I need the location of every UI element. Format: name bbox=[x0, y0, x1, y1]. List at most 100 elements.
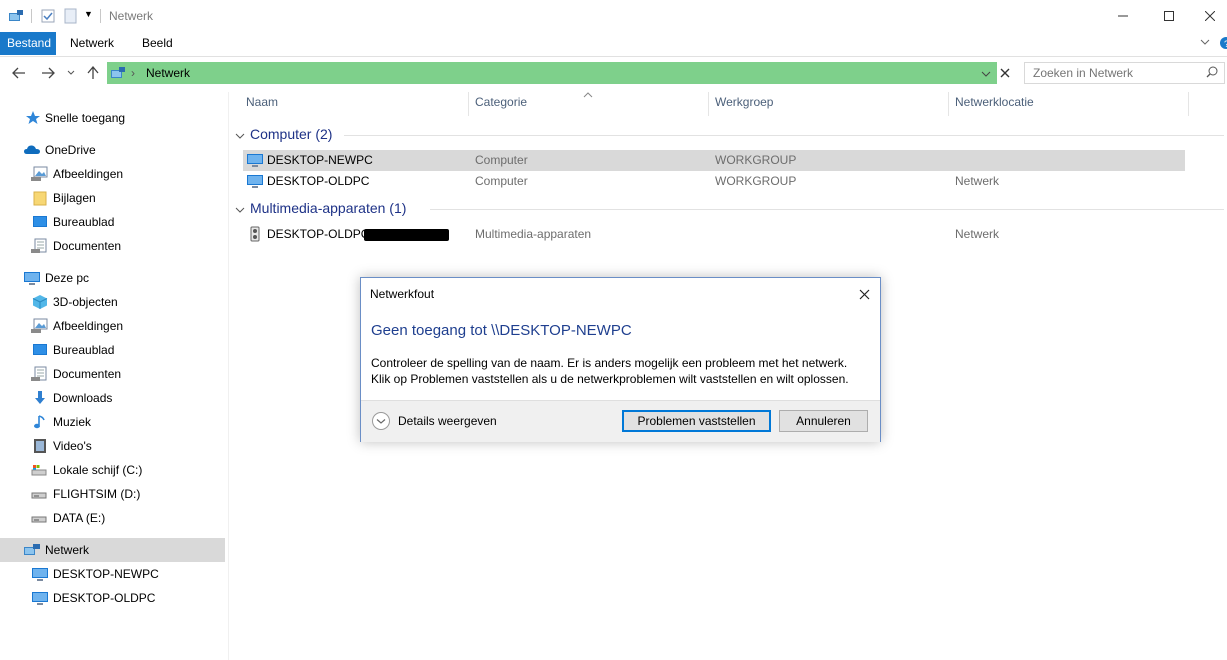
sidebar-item-onedrive[interactable]: OneDrive bbox=[0, 138, 225, 162]
back-button[interactable] bbox=[8, 62, 30, 84]
row-name: DESKTOP-OLDPC bbox=[267, 174, 370, 188]
computer-icon bbox=[31, 566, 48, 582]
sidebar-item-label: Documenten bbox=[53, 239, 122, 253]
minimize-button[interactable] bbox=[1100, 0, 1146, 32]
row-name: DESKTOP-OLDPC: bbox=[267, 227, 373, 241]
sidebar-item-bureaublad[interactable]: Bureaublad bbox=[0, 210, 225, 234]
tab-beeld[interactable]: Beeld bbox=[135, 32, 180, 55]
table-row[interactable]: DESKTOP-OLDPC Computer WORKGROUP Netwerk bbox=[243, 171, 1185, 192]
sort-ascending-icon bbox=[583, 87, 593, 101]
sidebar-item-label: Afbeeldingen bbox=[53, 319, 124, 333]
properties-icon[interactable] bbox=[40, 8, 56, 27]
clear-address-button[interactable] bbox=[997, 62, 1013, 84]
close-button[interactable] bbox=[1192, 0, 1227, 32]
group-header-computer[interactable]: Computer (2) bbox=[234, 126, 1224, 144]
sidebar-item-desktop-oldpc[interactable]: DESKTOP-OLDPC bbox=[0, 586, 225, 610]
group-header-multimedia[interactable]: Multimedia-apparaten (1) bbox=[234, 200, 1224, 218]
group-title: Computer (2) bbox=[250, 126, 333, 142]
collapse-chevron-icon[interactable] bbox=[235, 203, 245, 217]
tab-netwerk[interactable]: Netwerk bbox=[63, 32, 121, 55]
sidebar-item-label: Netwerk bbox=[45, 543, 90, 557]
customize-toolbar-chevron-icon[interactable]: ▼ bbox=[84, 9, 93, 19]
sidebar-item-label: Documenten bbox=[53, 367, 122, 381]
maximize-button[interactable] bbox=[1146, 0, 1192, 32]
help-icon[interactable]: ? bbox=[1219, 36, 1227, 53]
sidebar-item-deze-pc[interactable]: Deze pc bbox=[0, 266, 225, 290]
sidebar-item-3d-objecten[interactable]: 3D-objecten bbox=[0, 290, 225, 314]
drive-icon bbox=[31, 462, 47, 478]
row-category: Multimedia-apparaten bbox=[475, 227, 592, 241]
network-icon[interactable] bbox=[8, 8, 24, 27]
search-input[interactable] bbox=[1033, 66, 1193, 80]
sidebar-item-label: Video's bbox=[53, 439, 92, 453]
sidebar-item-label: Lokale schijf (C:) bbox=[53, 463, 143, 477]
row-name: DESKTOP-NEWPC bbox=[267, 153, 373, 167]
sidebar-item-documenten[interactable]: Documenten bbox=[0, 234, 225, 258]
network-error-dialog: Netwerkfout Geen toegang tot \\DESKTOP-N… bbox=[360, 277, 881, 442]
column-header-naam[interactable]: Naam bbox=[246, 95, 278, 109]
search-icon[interactable] bbox=[1206, 66, 1218, 81]
sidebar-item-bureaublad[interactable]: Bureaublad bbox=[0, 338, 225, 362]
sidebar-item-data-e[interactable]: DATA (E:) bbox=[0, 506, 225, 530]
breadcrumb-separator-icon[interactable]: › bbox=[131, 66, 135, 80]
desktop-icon bbox=[32, 342, 48, 358]
folder-icon bbox=[33, 190, 49, 206]
media-device-icon bbox=[247, 226, 263, 245]
column-divider[interactable] bbox=[1188, 92, 1189, 116]
details-toggle[interactable]: Details weergeven bbox=[371, 411, 521, 431]
tab-bestand[interactable]: Bestand bbox=[0, 32, 56, 55]
column-header-categorie[interactable]: Categorie bbox=[475, 95, 527, 109]
sidebar-item-lokale-schijf-c[interactable]: Lokale schijf (C:) bbox=[0, 458, 225, 482]
table-row[interactable]: DESKTOP-OLDPC: Multimedia-apparaten Netw… bbox=[243, 224, 1185, 245]
column-divider[interactable] bbox=[468, 92, 469, 116]
sidebar-item-muziek[interactable]: Muziek bbox=[0, 410, 225, 434]
dialog-heading: Geen toegang tot \\DESKTOP-NEWPC bbox=[371, 322, 632, 339]
up-button[interactable] bbox=[82, 62, 104, 84]
expand-details-chevron-icon[interactable] bbox=[371, 411, 391, 434]
row-workgroup: WORKGROUP bbox=[715, 153, 797, 167]
row-workgroup: WORKGROUP bbox=[715, 174, 797, 188]
troubleshoot-button[interactable]: Problemen vaststellen bbox=[622, 410, 771, 432]
sidebar-item-documenten[interactable]: Documenten bbox=[0, 362, 225, 386]
expand-ribbon-chevron-icon[interactable] bbox=[1199, 36, 1211, 51]
computer-icon bbox=[23, 270, 40, 286]
music-icon bbox=[32, 414, 48, 430]
sidebar-item-downloads[interactable]: Downloads bbox=[0, 386, 225, 410]
cloud-icon bbox=[23, 142, 40, 158]
column-divider[interactable] bbox=[708, 92, 709, 116]
column-divider[interactable] bbox=[948, 92, 949, 116]
sidebar-item-netwerk[interactable]: Netwerk bbox=[0, 538, 225, 562]
details-label[interactable]: Details weergeven bbox=[398, 414, 497, 428]
cancel-button[interactable]: Annuleren bbox=[779, 410, 868, 432]
table-row[interactable]: DESKTOP-NEWPC Computer WORKGROUP bbox=[243, 150, 1185, 171]
sidebar-item-label: Bureaublad bbox=[53, 343, 115, 357]
search-box[interactable] bbox=[1024, 62, 1225, 84]
sidebar-item-label: Bureaublad bbox=[53, 215, 115, 229]
column-header-werkgroep[interactable]: Werkgroep bbox=[715, 95, 773, 109]
group-divider bbox=[344, 135, 1224, 136]
row-location: Netwerk bbox=[955, 227, 1000, 241]
column-header-netwerklocatie[interactable]: Netwerklocatie bbox=[955, 95, 1034, 109]
pictures-icon bbox=[31, 318, 48, 334]
address-dropdown-chevron-icon[interactable] bbox=[981, 67, 991, 81]
collapse-chevron-icon[interactable] bbox=[235, 129, 245, 143]
network-icon bbox=[110, 65, 126, 84]
recent-locations-button[interactable] bbox=[63, 62, 79, 84]
window-title: Netwerk bbox=[109, 9, 154, 23]
sidebar-item-label: 3D-objecten bbox=[53, 295, 118, 309]
sidebar-item-snelle-toegang[interactable]: Snelle toegang bbox=[0, 106, 225, 130]
sidebar-item-flightsim-d[interactable]: FLIGHTSIM (D:) bbox=[0, 482, 225, 506]
sidebar-item-desktop-newpc[interactable]: DESKTOP-NEWPC bbox=[0, 562, 225, 586]
forward-button[interactable] bbox=[37, 62, 59, 84]
address-bar[interactable]: › Netwerk bbox=[107, 62, 997, 84]
new-folder-icon[interactable] bbox=[63, 8, 79, 27]
dialog-close-button[interactable] bbox=[853, 283, 875, 305]
computer-icon bbox=[31, 590, 48, 606]
navigation-pane: Snelle toegang OneDrive Afbeeldingen Bij… bbox=[0, 92, 229, 660]
sidebar-item-videos[interactable]: Video's bbox=[0, 434, 225, 458]
ribbon-tabs: Bestand Netwerk Beeld ? bbox=[0, 32, 1227, 57]
sidebar-item-afbeeldingen[interactable]: Afbeeldingen bbox=[0, 314, 225, 338]
sidebar-item-bijlagen[interactable]: Bijlagen bbox=[0, 186, 225, 210]
breadcrumb-netwerk[interactable]: Netwerk bbox=[146, 66, 190, 80]
sidebar-item-afbeeldingen[interactable]: Afbeeldingen bbox=[0, 162, 225, 186]
